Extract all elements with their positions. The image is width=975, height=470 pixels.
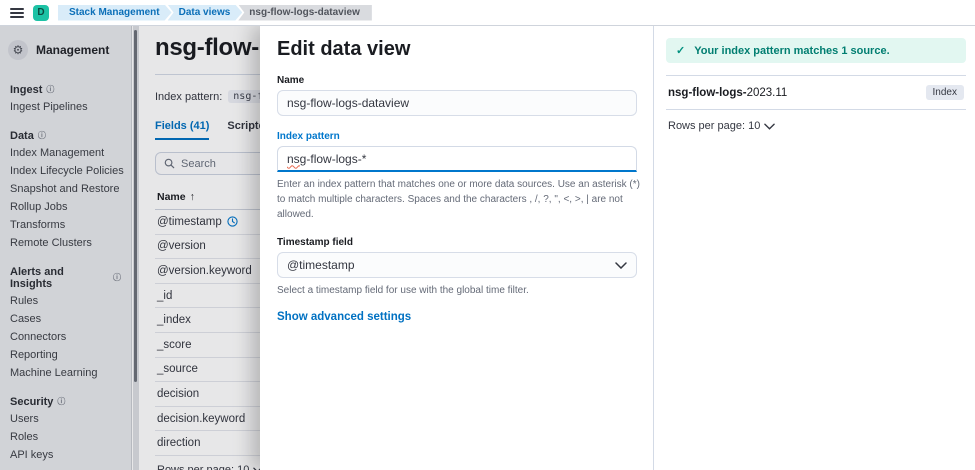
info-icon: ⓘ bbox=[46, 85, 55, 94]
rows-per-page-control[interactable]: Rows per page: 10 bbox=[666, 110, 966, 142]
field-name: _index bbox=[157, 314, 191, 327]
timestamp-select-value: @timestamp bbox=[287, 258, 355, 272]
breadcrumb: Stack Management Data views nsg-flow-logs-… bbox=[58, 4, 372, 21]
sidebar-item-api-keys[interactable]: API keys bbox=[0, 446, 131, 464]
gear-icon: ⚙ bbox=[8, 40, 28, 60]
menu-icon[interactable] bbox=[10, 7, 24, 18]
sidebar-item-users[interactable]: Users bbox=[0, 410, 131, 428]
sidebar-item-machine-learning[interactable]: Machine Learning bbox=[0, 364, 131, 382]
breadcrumb-item[interactable]: Data views bbox=[168, 5, 243, 21]
success-banner: ✓ Your index pattern matches 1 source. bbox=[666, 38, 966, 63]
index-type-badge: Index bbox=[925, 85, 964, 100]
info-icon: ⓘ bbox=[113, 273, 121, 282]
timestamp-field-label: Timestamp field bbox=[277, 237, 353, 248]
field-name: decision bbox=[157, 387, 200, 400]
timestamp-field-select[interactable]: @timestamp bbox=[277, 252, 637, 278]
index-pattern-field-label: Index pattern bbox=[277, 131, 340, 142]
matched-sources-panel: ✓ Your index pattern matches 1 source. n… bbox=[653, 26, 975, 470]
clock-icon bbox=[227, 216, 238, 227]
success-banner-text: Your index pattern matches 1 source. bbox=[694, 44, 890, 57]
sidebar-title: Management bbox=[36, 43, 110, 57]
sidebar-section-label: Data ⓘ bbox=[10, 130, 46, 142]
sidebar-item-rules[interactable]: Rules bbox=[0, 292, 131, 310]
name-field-label: Name bbox=[277, 75, 305, 86]
index-pattern-input[interactable]: nsg-flow-logs-* bbox=[277, 146, 637, 172]
edit-data-view-flyout: Edit data view Name nsg-flow-logs-datavi… bbox=[260, 26, 975, 470]
scrollbar-thumb[interactable] bbox=[134, 30, 137, 382]
management-sidebar: ⚙ Management Ingest ⓘ Ingest Pipelines Data… bbox=[0, 26, 132, 470]
sidebar-item-roles[interactable]: Roles bbox=[0, 428, 131, 446]
search-icon bbox=[164, 158, 175, 169]
timestamp-help-text: Select a timestamp field for use with th… bbox=[277, 285, 529, 296]
sidebar-item-ingest-pipelines[interactable]: Ingest Pipelines bbox=[0, 98, 131, 116]
sidebar-section-label: Ingest ⓘ bbox=[10, 84, 55, 96]
sidebar-section-label: Security ⓘ bbox=[10, 396, 66, 408]
field-name: @version.keyword bbox=[157, 264, 252, 277]
sidebar-item-cases[interactable]: Cases bbox=[0, 310, 131, 328]
field-name: _source bbox=[157, 363, 198, 376]
tab-fields-41-[interactable]: Fields (41) bbox=[155, 120, 210, 140]
search-placeholder: Search bbox=[181, 157, 216, 170]
sidebar-item-index-management[interactable]: Index Management bbox=[0, 144, 131, 162]
sidebar-section-label: Alerts and Insights ⓘ bbox=[10, 266, 121, 290]
top-navigation-bar: D Stack Management Data views nsg-flow-log… bbox=[0, 0, 975, 26]
field-name: @timestamp bbox=[157, 215, 222, 228]
name-input[interactable]: nsg-flow-logs-dataview bbox=[277, 90, 637, 116]
app-window: D Stack Management Data views nsg-flow-log… bbox=[0, 0, 975, 470]
matched-source-row: nsg-flow-logs-2023.11 Index bbox=[666, 76, 966, 109]
sidebar-item-rollup-jobs[interactable]: Rollup Jobs bbox=[0, 198, 131, 216]
field-name: _score bbox=[157, 338, 192, 351]
sidebar-item-snapshot-and-restore[interactable]: Snapshot and Restore bbox=[0, 180, 131, 198]
sidebar-item-remote-clusters[interactable]: Remote Clusters bbox=[0, 234, 131, 252]
field-name: @version bbox=[157, 240, 206, 253]
sidebar-item-transforms[interactable]: Transforms bbox=[0, 216, 131, 234]
chevron-down-icon bbox=[615, 261, 627, 269]
name-input-value: nsg-flow-logs-dataview bbox=[287, 96, 410, 110]
sidebar-sections: Ingest ⓘ Ingest Pipelines Data ⓘ Index Manage… bbox=[0, 82, 131, 470]
flyout-title: Edit data view bbox=[277, 38, 411, 60]
sidebar-header: ⚙ Management bbox=[0, 36, 131, 70]
index-pattern-label: Index pattern: bbox=[155, 90, 223, 103]
field-name: direction bbox=[157, 437, 201, 450]
source-name: nsg-flow-logs-2023.11 bbox=[668, 86, 788, 99]
chevron-down-icon bbox=[764, 123, 776, 130]
show-advanced-settings-link[interactable]: Show advanced settings bbox=[277, 311, 411, 323]
index-pattern-input-value: nsg-flow-logs-* bbox=[287, 151, 367, 166]
check-icon: ✓ bbox=[676, 45, 686, 57]
sidebar-item-connectors[interactable]: Connectors bbox=[0, 328, 131, 346]
breadcrumb-item[interactable]: Stack Management bbox=[58, 5, 172, 21]
sidebar-item-index-lifecycle-policies[interactable]: Index Lifecycle Policies bbox=[0, 162, 131, 180]
index-pattern-help-text: Enter an index pattern that matches one … bbox=[277, 179, 640, 220]
breadcrumb-item: nsg-flow-logs-dataview bbox=[238, 4, 372, 21]
sort-ascending-icon: ↑ bbox=[189, 191, 195, 203]
info-icon: ⓘ bbox=[57, 397, 66, 406]
field-name: _id bbox=[157, 289, 173, 302]
info-icon: ⓘ bbox=[37, 131, 46, 140]
sidebar-item-reporting[interactable]: Reporting bbox=[0, 346, 131, 364]
elastic-logo[interactable]: D bbox=[33, 4, 49, 21]
edit-form: Edit data view Name nsg-flow-logs-datavi… bbox=[260, 26, 653, 470]
field-name: decision.keyword bbox=[157, 412, 246, 425]
